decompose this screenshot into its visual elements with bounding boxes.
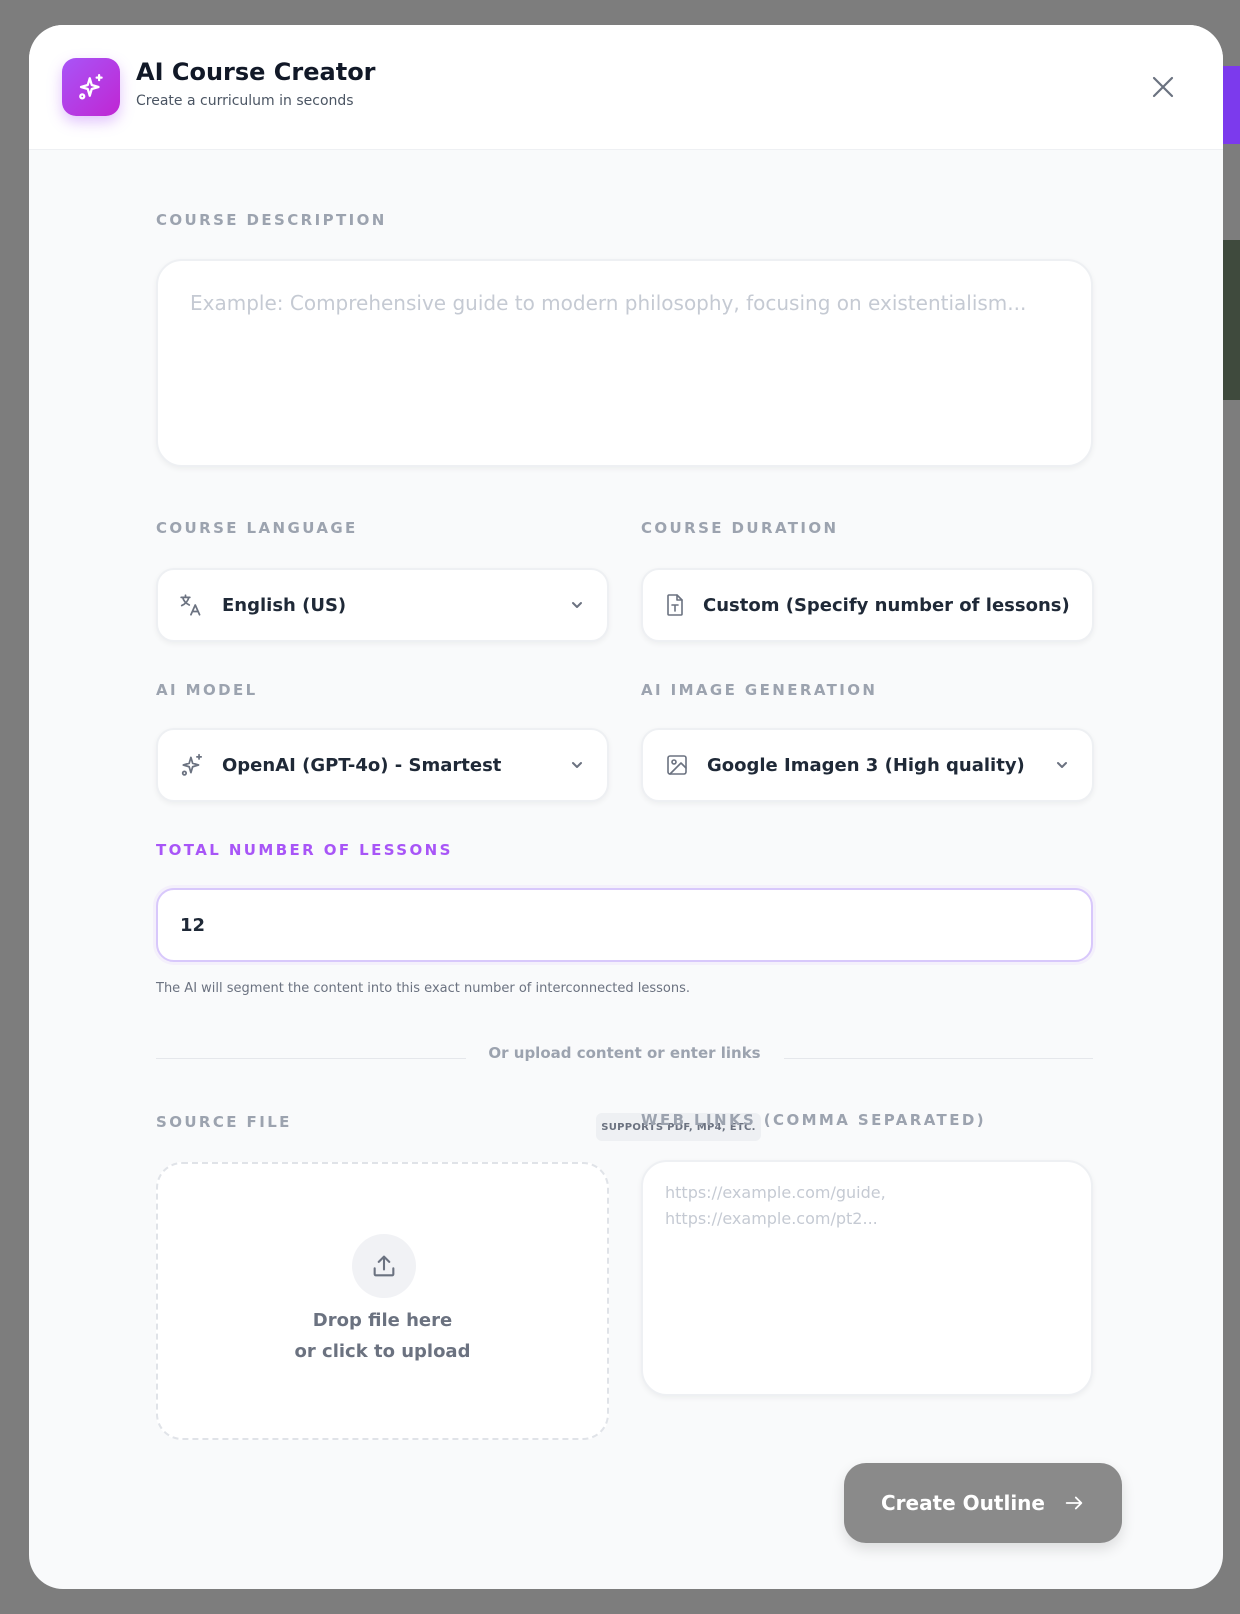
dropzone-primary-text: Drop file here [312,1310,453,1331]
lessons-label: TOTAL NUMBER OF LESSONS [156,841,453,859]
course-description-input[interactable] [156,259,1093,467]
model-label: AI MODEL [156,681,258,699]
image-gen-select[interactable]: Google Imagen 3 (High quality) [641,728,1094,802]
source-file-label: SOURCE FILE [156,1113,292,1131]
arrow-right-icon [1065,1496,1083,1510]
image-icon [663,751,691,779]
close-icon[interactable] [1149,73,1177,101]
file-dropzone[interactable]: Drop file here or click to upload [156,1162,609,1440]
language-value: English (US) [222,594,347,616]
lessons-count-input[interactable] [156,888,1093,962]
image-gen-value: Google Imagen 3 (High quality) [707,754,1025,776]
language-select[interactable]: English (US) [156,568,609,642]
description-label: COURSE DESCRIPTION [156,211,387,229]
course-creator-modal: AI Course Creator Create a curriculum in… [29,25,1223,1589]
modal-header: AI Course Creator Create a curriculum in… [29,25,1223,150]
divider-text: Or upload content or enter links [488,1044,761,1062]
lessons-hint: The AI will segment the content into thi… [156,981,690,996]
chevron-down-icon [572,602,582,608]
web-links-input[interactable] [641,1160,1093,1396]
chevron-down-icon [572,762,582,768]
duration-select[interactable]: Custom (Specify number of lessons) [641,568,1094,642]
document-text-icon [663,591,687,619]
modal-title: AI Course Creator [136,58,376,86]
web-links-label: WEB LINKS (COMMA SEPARATED) [641,1111,986,1129]
modal-subtitle: Create a curriculum in seconds [136,93,354,109]
duration-value: Custom (Specify number of lessons) [703,594,1070,616]
sparkles-logo-icon [62,58,120,116]
create-outline-label: Create Outline [880,1491,1045,1515]
upload-icon [352,1234,416,1298]
image-gen-label: AI IMAGE GENERATION [641,681,878,699]
sparkles-icon [178,751,206,779]
duration-label: COURSE DURATION [641,519,839,537]
translate-icon [178,591,206,619]
dropzone-secondary-text: or click to upload [294,1341,471,1362]
chevron-down-icon [1057,762,1067,768]
create-outline-button[interactable]: Create Outline [844,1463,1122,1543]
model-value: OpenAI (GPT-4o) - Smartest [222,754,502,776]
language-label: COURSE LANGUAGE [156,519,358,537]
model-select[interactable]: OpenAI (GPT-4o) - Smartest [156,728,609,802]
